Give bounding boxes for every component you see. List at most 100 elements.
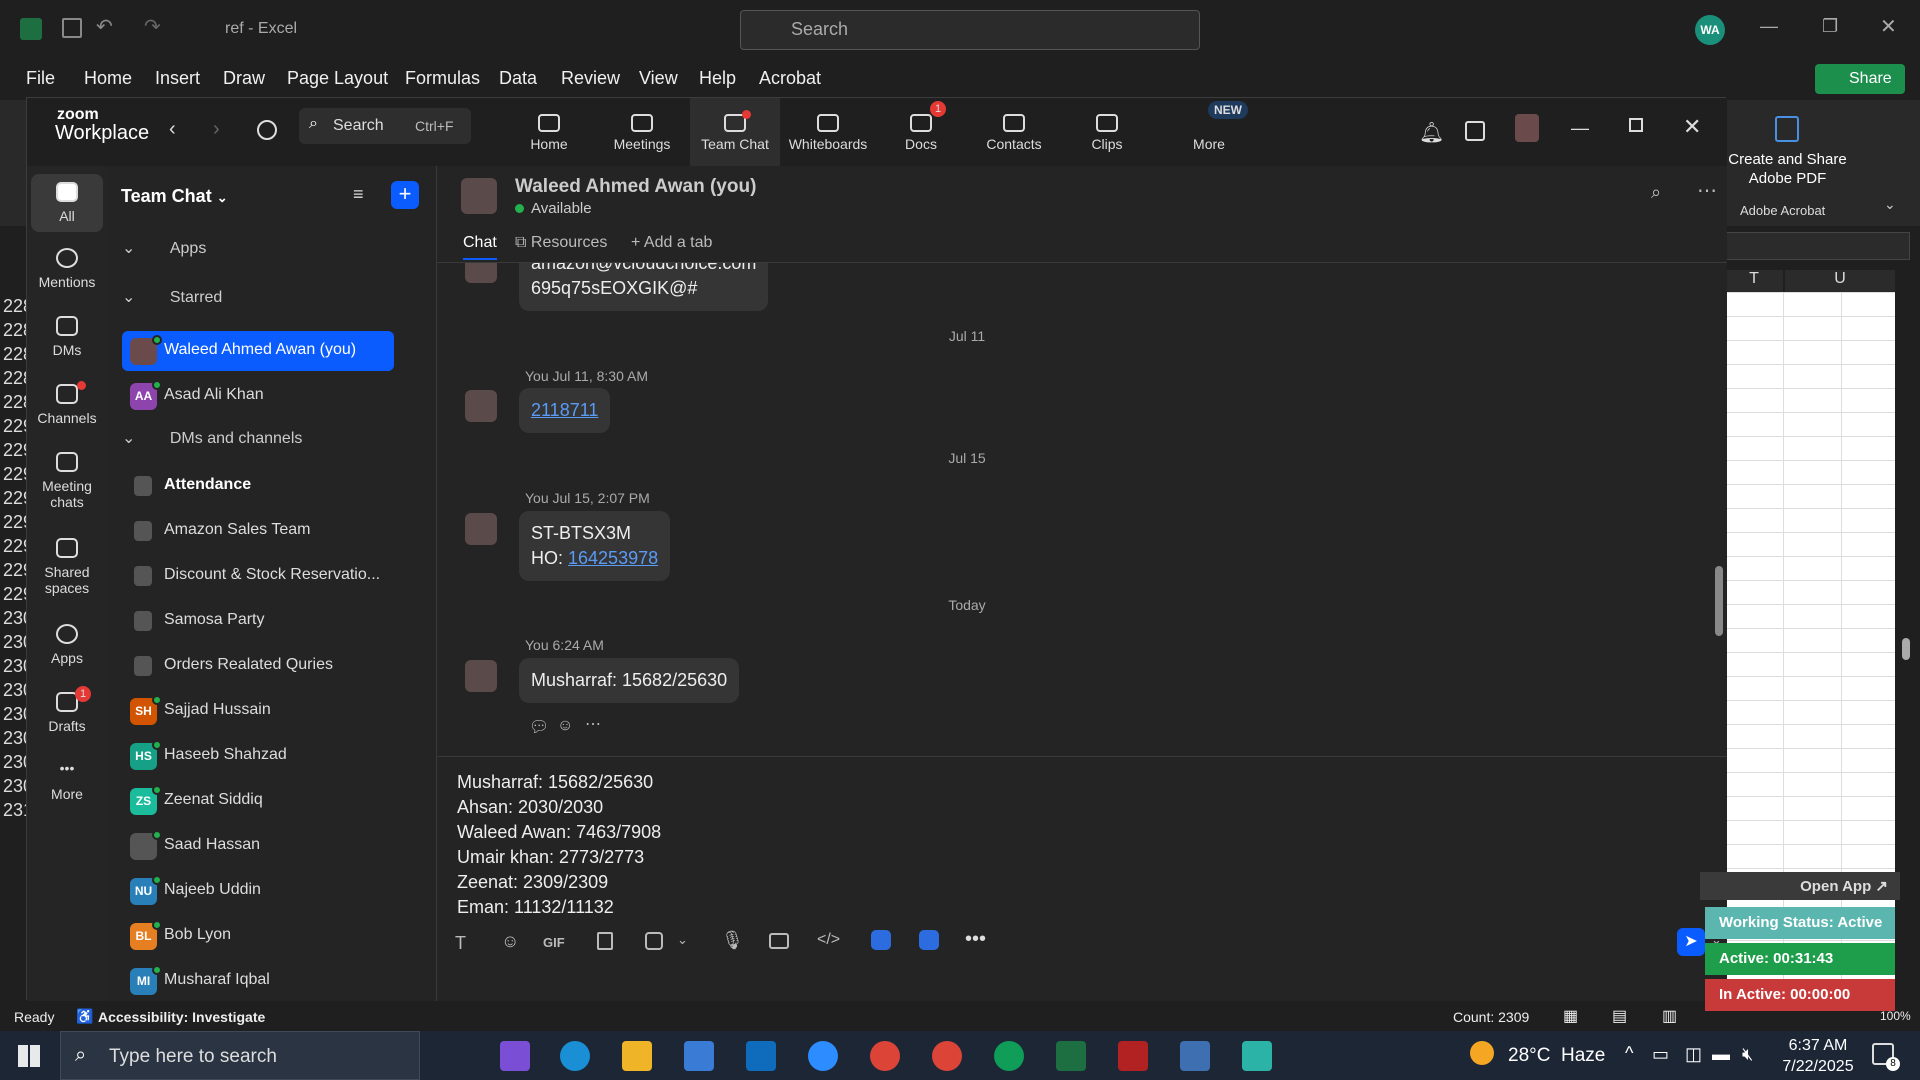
message-link[interactable]: 2118711 <box>531 400 598 420</box>
chat-search-icon[interactable]: ⌕ <box>1651 182 1661 203</box>
forward-arrow-icon[interactable]: › <box>213 118 220 141</box>
section-apps[interactable]: ⌄ Apps <box>122 238 206 258</box>
open-app-button[interactable]: Open App ↗ <box>1700 872 1900 900</box>
menu-data[interactable]: Data <box>499 68 537 89</box>
code-icon[interactable]: </> <box>817 931 840 949</box>
channel-item[interactable]: Amazon Sales Team <box>122 511 394 551</box>
section-dms-channels[interactable]: ⌄ DMs and channels <box>122 428 302 448</box>
new-chat-button[interactable]: + <box>391 181 419 209</box>
excel-search-input[interactable]: Search <box>740 10 1200 50</box>
filter-icon[interactable]: ≡ <box>353 184 364 205</box>
chat-more-icon[interactable]: ⋯ <box>1697 178 1717 203</box>
gif-button[interactable]: GIF <box>543 935 565 950</box>
rail-mentions[interactable]: Mentions <box>31 248 103 290</box>
menu-file[interactable]: File <box>26 68 55 89</box>
minimize-button[interactable]: — <box>1760 16 1778 37</box>
redo-icon[interactable]: ↷ <box>144 14 161 39</box>
chat-item-asad[interactable]: AA Asad Ali Khan <box>122 376 394 416</box>
rail-channels[interactable]: Channels <box>31 381 103 426</box>
page-break-icon[interactable]: ▥ <box>1662 1006 1677 1026</box>
zoom-app-icon[interactable] <box>808 1041 838 1071</box>
edge-icon[interactable] <box>560 1041 590 1071</box>
clock[interactable]: 6:37 AM 7/22/2025 <box>1778 1035 1858 1077</box>
calendar-icon[interactable] <box>1465 121 1485 141</box>
create-share-pdf-button[interactable]: Create and Share Adobe PDF <box>1725 150 1850 188</box>
reply-icon[interactable]: 💬︎ <box>529 717 549 737</box>
message-bubble[interactable]: 2118711 <box>519 388 611 433</box>
dm-item[interactable]: MI Musharaf Iqbal <box>122 961 394 1001</box>
status-accessibility[interactable]: Accessibility: Investigate <box>98 1009 265 1025</box>
dm-item[interactable]: HS Haseeb Shahzad <box>122 736 394 776</box>
channel-item[interactable]: Samosa Party <box>122 601 394 641</box>
tab-resources[interactable]: ⧉ Resources <box>515 234 607 252</box>
restore-button[interactable]: ❐ <box>1822 16 1838 37</box>
store-icon[interactable] <box>684 1041 714 1071</box>
taskbar-search[interactable]: ⌕ Type here to search <box>60 1031 420 1080</box>
emoji-react-icon[interactable]: ☺ <box>557 717 573 735</box>
dm-item[interactable]: Saad Hassan <box>122 826 394 866</box>
message-bubble[interactable]: ST-BTSX3M HO: 164253978 <box>519 511 671 581</box>
menu-view[interactable]: View <box>639 68 678 89</box>
format-text-icon[interactable]: T <box>455 933 466 954</box>
notifications-icon[interactable]: 🔔︎ <box>1419 120 1444 145</box>
chat-item-waleed[interactable]: Waleed Ahmed Awan (you) <box>122 331 394 371</box>
screenshot-icon[interactable] <box>645 932 663 950</box>
nav-docs[interactable]: Docs 1 <box>876 98 966 166</box>
menu-formulas[interactable]: Formulas <box>405 68 480 89</box>
message-link[interactable]: 164253978 <box>568 548 658 568</box>
rail-all[interactable]: All <box>31 174 103 232</box>
channel-item[interactable]: Orders Realated Quries <box>122 646 394 686</box>
weather-text[interactable]: 28°C Haze <box>1508 1045 1605 1067</box>
zoom-search-input[interactable]: ⌕ Search Ctrl+F <box>299 108 471 144</box>
nav-more[interactable]: More NEW <box>1164 98 1254 166</box>
nav-team-chat[interactable]: Team Chat <box>690 98 780 166</box>
chat-scrollbar[interactable] <box>1715 566 1723 636</box>
page-layout-icon[interactable]: ▤ <box>1612 1006 1627 1026</box>
microphone-icon[interactable]: 🎙︎ <box>721 930 744 951</box>
nav-clips[interactable]: Clips <box>1062 98 1152 166</box>
tab-add[interactable]: + Add a tab <box>631 234 712 252</box>
dm-item[interactable]: SH Sajjad Hussain <box>122 691 394 731</box>
app-icon-2[interactable] <box>919 930 939 950</box>
camera-icon[interactable]: ◫ <box>1685 1044 1702 1065</box>
battery-icon[interactable]: ▬ <box>1712 1044 1730 1065</box>
scroll-thumb[interactable] <box>1902 638 1910 660</box>
video-message-icon[interactable] <box>769 933 789 949</box>
channel-item[interactable]: Discount & Stock Reservatio... <box>122 556 394 596</box>
menu-draw[interactable]: Draw <box>223 68 265 89</box>
copilot-icon[interactable] <box>500 1041 530 1071</box>
nav-whiteboards[interactable]: Whiteboards <box>783 98 873 166</box>
rail-meeting-chats[interactable]: Meeting chats <box>31 452 103 510</box>
user-avatar[interactable]: WA <box>1695 15 1725 45</box>
zoom-minimize-button[interactable]: — <box>1571 118 1589 139</box>
message-bubble[interactable]: amazon@vcloudchoice.com 695q75sEOXGIK@# <box>519 263 769 311</box>
profile-avatar[interactable] <box>1515 114 1539 142</box>
undo-icon[interactable]: ↶ <box>96 14 113 39</box>
col-header-u[interactable]: U <box>1785 270 1895 292</box>
filezilla-icon[interactable] <box>1118 1041 1148 1071</box>
dm-item[interactable]: ZS Zeenat Siddiq <box>122 781 394 821</box>
menu-help[interactable]: Help <box>699 68 736 89</box>
nav-contacts[interactable]: Contacts <box>969 98 1059 166</box>
dm-item[interactable]: BL Bob Lyon <box>122 916 394 956</box>
zoom-close-button[interactable]: ✕ <box>1683 114 1701 140</box>
accessibility-icon[interactable]: ♿ <box>76 1008 93 1025</box>
chrome-icon-3[interactable] <box>994 1041 1024 1071</box>
back-arrow-icon[interactable]: ‹ <box>169 118 176 141</box>
menu-insert[interactable]: Insert <box>155 68 200 89</box>
formula-bar[interactable] <box>1725 232 1910 260</box>
outlook-icon[interactable] <box>746 1041 776 1071</box>
send-button[interactable]: ➤ <box>1677 928 1705 956</box>
nav-home[interactable]: Home <box>504 98 594 166</box>
menu-page-layout[interactable]: Page Layout <box>287 68 388 89</box>
menu-review[interactable]: Review <box>561 68 620 89</box>
volume-muted-icon[interactable]: 🔇︎ <box>1742 1044 1753 1065</box>
rail-shared-spaces[interactable]: Shared spaces <box>31 538 103 596</box>
dm-item[interactable]: NU Najeeb Uddin <box>122 871 394 911</box>
save-icon[interactable] <box>62 18 82 38</box>
zoom-maximize-button[interactable] <box>1629 118 1643 132</box>
app-icon-1[interactable] <box>871 930 891 950</box>
emoji-icon[interactable]: ☺ <box>501 931 519 952</box>
rail-more[interactable]: ••• More <box>31 760 103 802</box>
vertical-scrollbar[interactable] <box>1898 272 1914 962</box>
